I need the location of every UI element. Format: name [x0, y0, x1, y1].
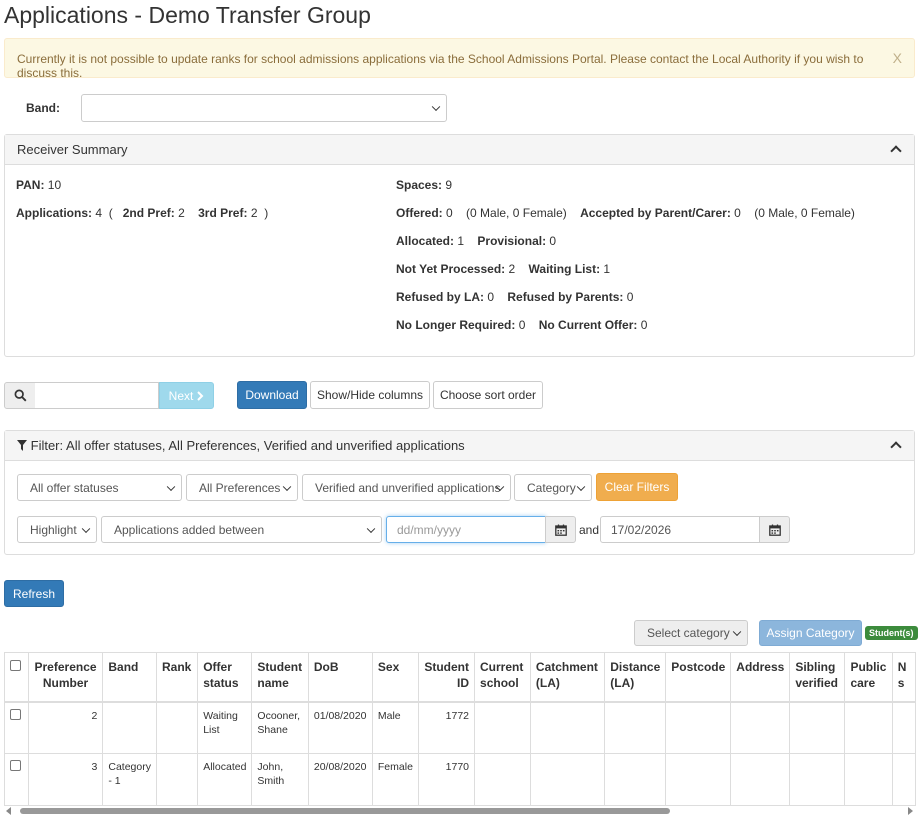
table-cell [789, 701, 846, 754]
column-header[interactable]: Public care [844, 652, 893, 703]
table-cell: 20/08/2020 [307, 753, 373, 806]
column-header[interactable]: Sex [371, 652, 419, 703]
column-header[interactable]: Current school [474, 652, 531, 703]
column-header[interactable]: Rank [155, 652, 199, 703]
table-cell [730, 701, 791, 754]
table-cell: John, Smith [251, 753, 309, 806]
table-cell [102, 701, 157, 754]
horizontal-scrollbar[interactable] [4, 806, 915, 816]
column-header[interactable]: Distance (LA) [604, 652, 667, 703]
table-cell [891, 701, 916, 754]
table-cell: Male [371, 701, 419, 754]
table-cell: Waiting List [197, 701, 253, 754]
select-all-checkbox[interactable] [10, 660, 21, 671]
column-header[interactable]: Offer status [197, 652, 253, 703]
column-header[interactable]: N s [891, 652, 916, 703]
table-cell [155, 701, 199, 754]
column-header[interactable]: Postcode [665, 652, 732, 703]
table-row[interactable]: 2 Waiting List Ocooner, Shane 01/08/2020… [4, 701, 916, 754]
column-header[interactable]: Student ID [417, 652, 476, 703]
table-cell: 2 [27, 701, 104, 754]
table-cell [529, 753, 606, 806]
table-cell [474, 753, 531, 806]
scrollbar-thumb[interactable] [20, 808, 670, 814]
row-checkbox[interactable] [10, 708, 21, 720]
column-header[interactable]: Preference Number [27, 652, 104, 703]
column-header[interactable]: Band [102, 652, 157, 703]
table-cell: Female [371, 753, 419, 806]
table-cell [604, 753, 667, 806]
scroll-right-icon[interactable] [908, 807, 913, 815]
row-checkbox[interactable] [10, 760, 21, 771]
table-cell [665, 701, 732, 754]
table-cell: 1770 [417, 753, 476, 806]
scroll-left-icon[interactable] [6, 807, 11, 815]
applications-table: Preference Number Band Rank Offer status… [4, 652, 916, 806]
table-cell: Ocooner, Shane [251, 701, 309, 754]
column-header[interactable]: Sibling verified [789, 652, 846, 703]
table-cell: 01/08/2020 [307, 701, 373, 754]
table-cell [155, 753, 199, 806]
table-cell [891, 753, 916, 806]
table-cell [474, 701, 531, 754]
table-cell: Category - 1 [102, 753, 157, 806]
table-cell [789, 753, 846, 806]
table-header-row: Preference Number Band Rank Offer status… [4, 652, 916, 703]
row-select-cell [4, 753, 29, 806]
table-cell [604, 701, 667, 754]
column-header[interactable]: DoB [307, 652, 373, 703]
table-cell: 1772 [417, 701, 476, 754]
table-cell [665, 753, 732, 806]
table-cell [844, 753, 893, 806]
table-cell: Allocated [197, 753, 253, 806]
table-cell: 3 [27, 753, 104, 806]
table-viewport: Preference Number Band Rank Offer status… [0, 0, 916, 806]
row-select-cell [4, 701, 29, 754]
select-all-header [4, 652, 29, 703]
column-header[interactable]: Student name [251, 652, 309, 703]
column-header[interactable]: Catchment (LA) [529, 652, 606, 703]
table-row[interactable]: 3 Category - 1 Allocated John, Smith 20/… [4, 753, 916, 806]
table-cell [529, 701, 606, 754]
table-cell [844, 701, 893, 754]
column-header[interactable]: Address [730, 652, 791, 703]
table-cell [730, 753, 791, 806]
